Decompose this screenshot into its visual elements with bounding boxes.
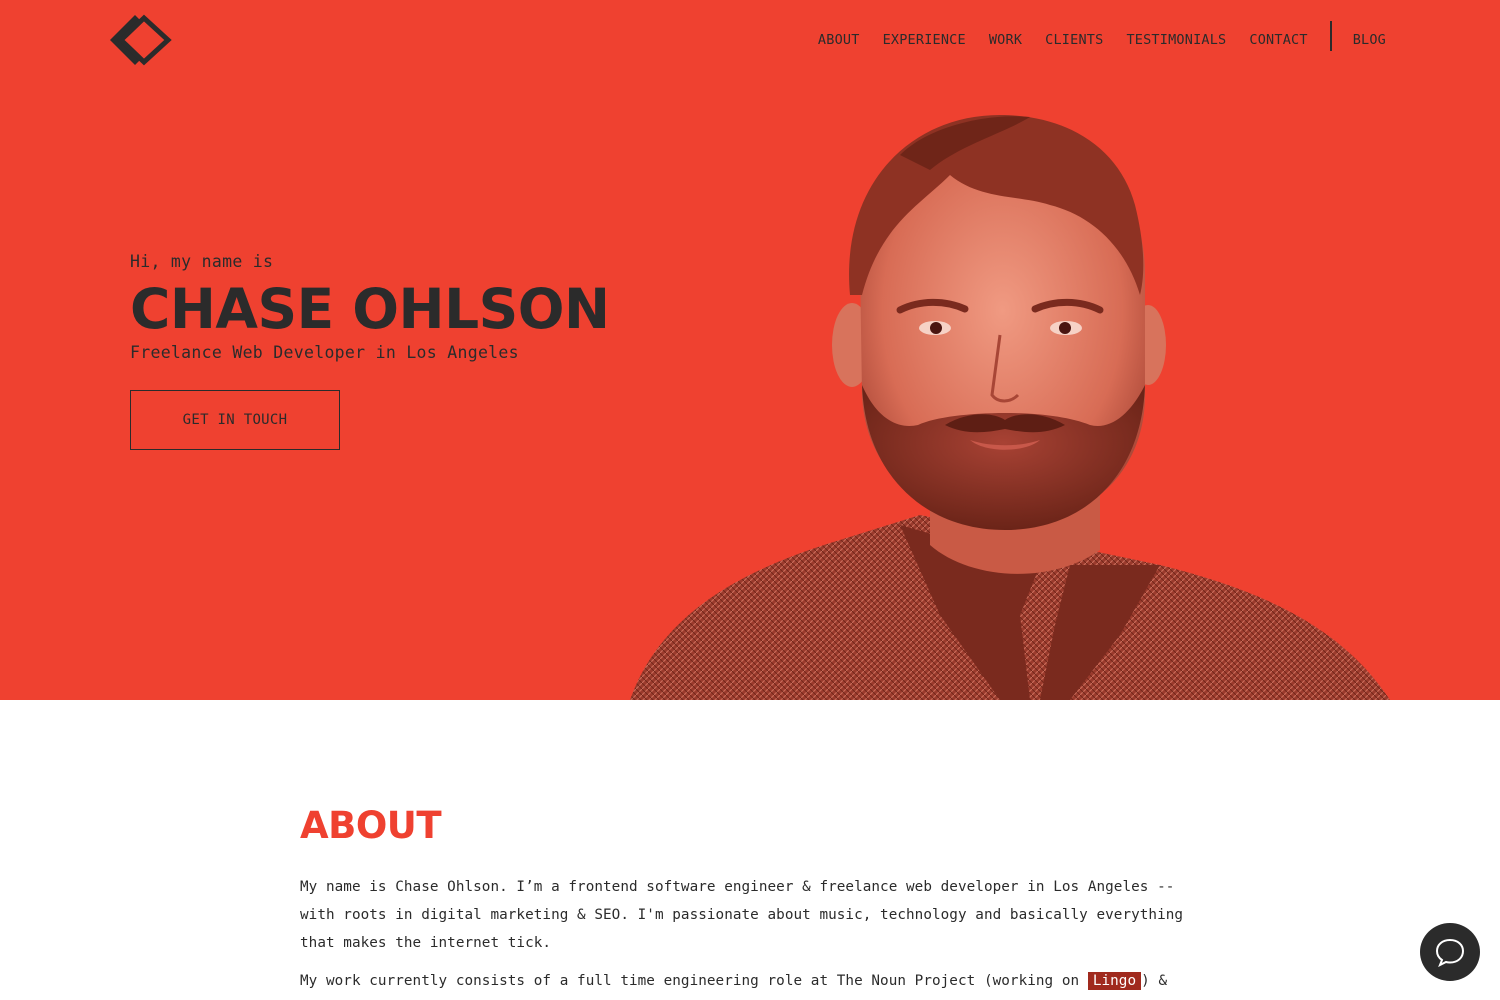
greeting-text: Hi, my name is bbox=[130, 252, 274, 271]
get-in-touch-button[interactable]: GET IN TOUCH bbox=[130, 390, 340, 450]
portrait-image bbox=[630, 115, 1390, 700]
main-nav: ABOUT EXPERIENCE WORK CLIENTS TESTIMONIA… bbox=[795, 21, 1386, 52]
chat-bubble-icon bbox=[1435, 938, 1465, 967]
about-paragraph-2-start: My work currently consists of a full tim… bbox=[300, 973, 1088, 989]
nav-divider bbox=[1329, 21, 1332, 51]
nav-blog[interactable]: BLOG bbox=[1353, 32, 1386, 48]
about-paragraph-2-end: ) & bbox=[1141, 973, 1168, 989]
about-heading: ABOUT bbox=[300, 804, 442, 847]
lingo-link[interactable]: Lingo bbox=[1087, 972, 1142, 990]
hero-name: CHASE OHLSON bbox=[130, 277, 610, 341]
nav-contact[interactable]: CONTACT bbox=[1249, 32, 1307, 48]
nav-experience[interactable]: EXPERIENCE bbox=[883, 32, 966, 48]
about-paragraph-2: My work currently consists of a full tim… bbox=[300, 967, 1200, 995]
nav-work[interactable]: WORK bbox=[989, 32, 1022, 48]
logo-icon[interactable] bbox=[108, 13, 172, 67]
chat-widget-button[interactable] bbox=[1420, 923, 1480, 981]
about-paragraph-1: My name is Chase Ohlson. I’m a frontend … bbox=[300, 879, 1184, 951]
hero-subtitle: Freelance Web Developer in Los Angeles bbox=[130, 343, 519, 362]
about-section: ABOUT My name is Chase Ohlson. I’m a fro… bbox=[300, 800, 1200, 995]
nav-about[interactable]: ABOUT bbox=[818, 32, 860, 48]
hero-section: ABOUT EXPERIENCE WORK CLIENTS TESTIMONIA… bbox=[0, 0, 1500, 700]
nav-testimonials[interactable]: TESTIMONIALS bbox=[1126, 32, 1226, 48]
intro-block: Hi, my name is CHASE OHLSON Freelance We… bbox=[130, 252, 610, 362]
nav-clients[interactable]: CLIENTS bbox=[1045, 32, 1103, 48]
